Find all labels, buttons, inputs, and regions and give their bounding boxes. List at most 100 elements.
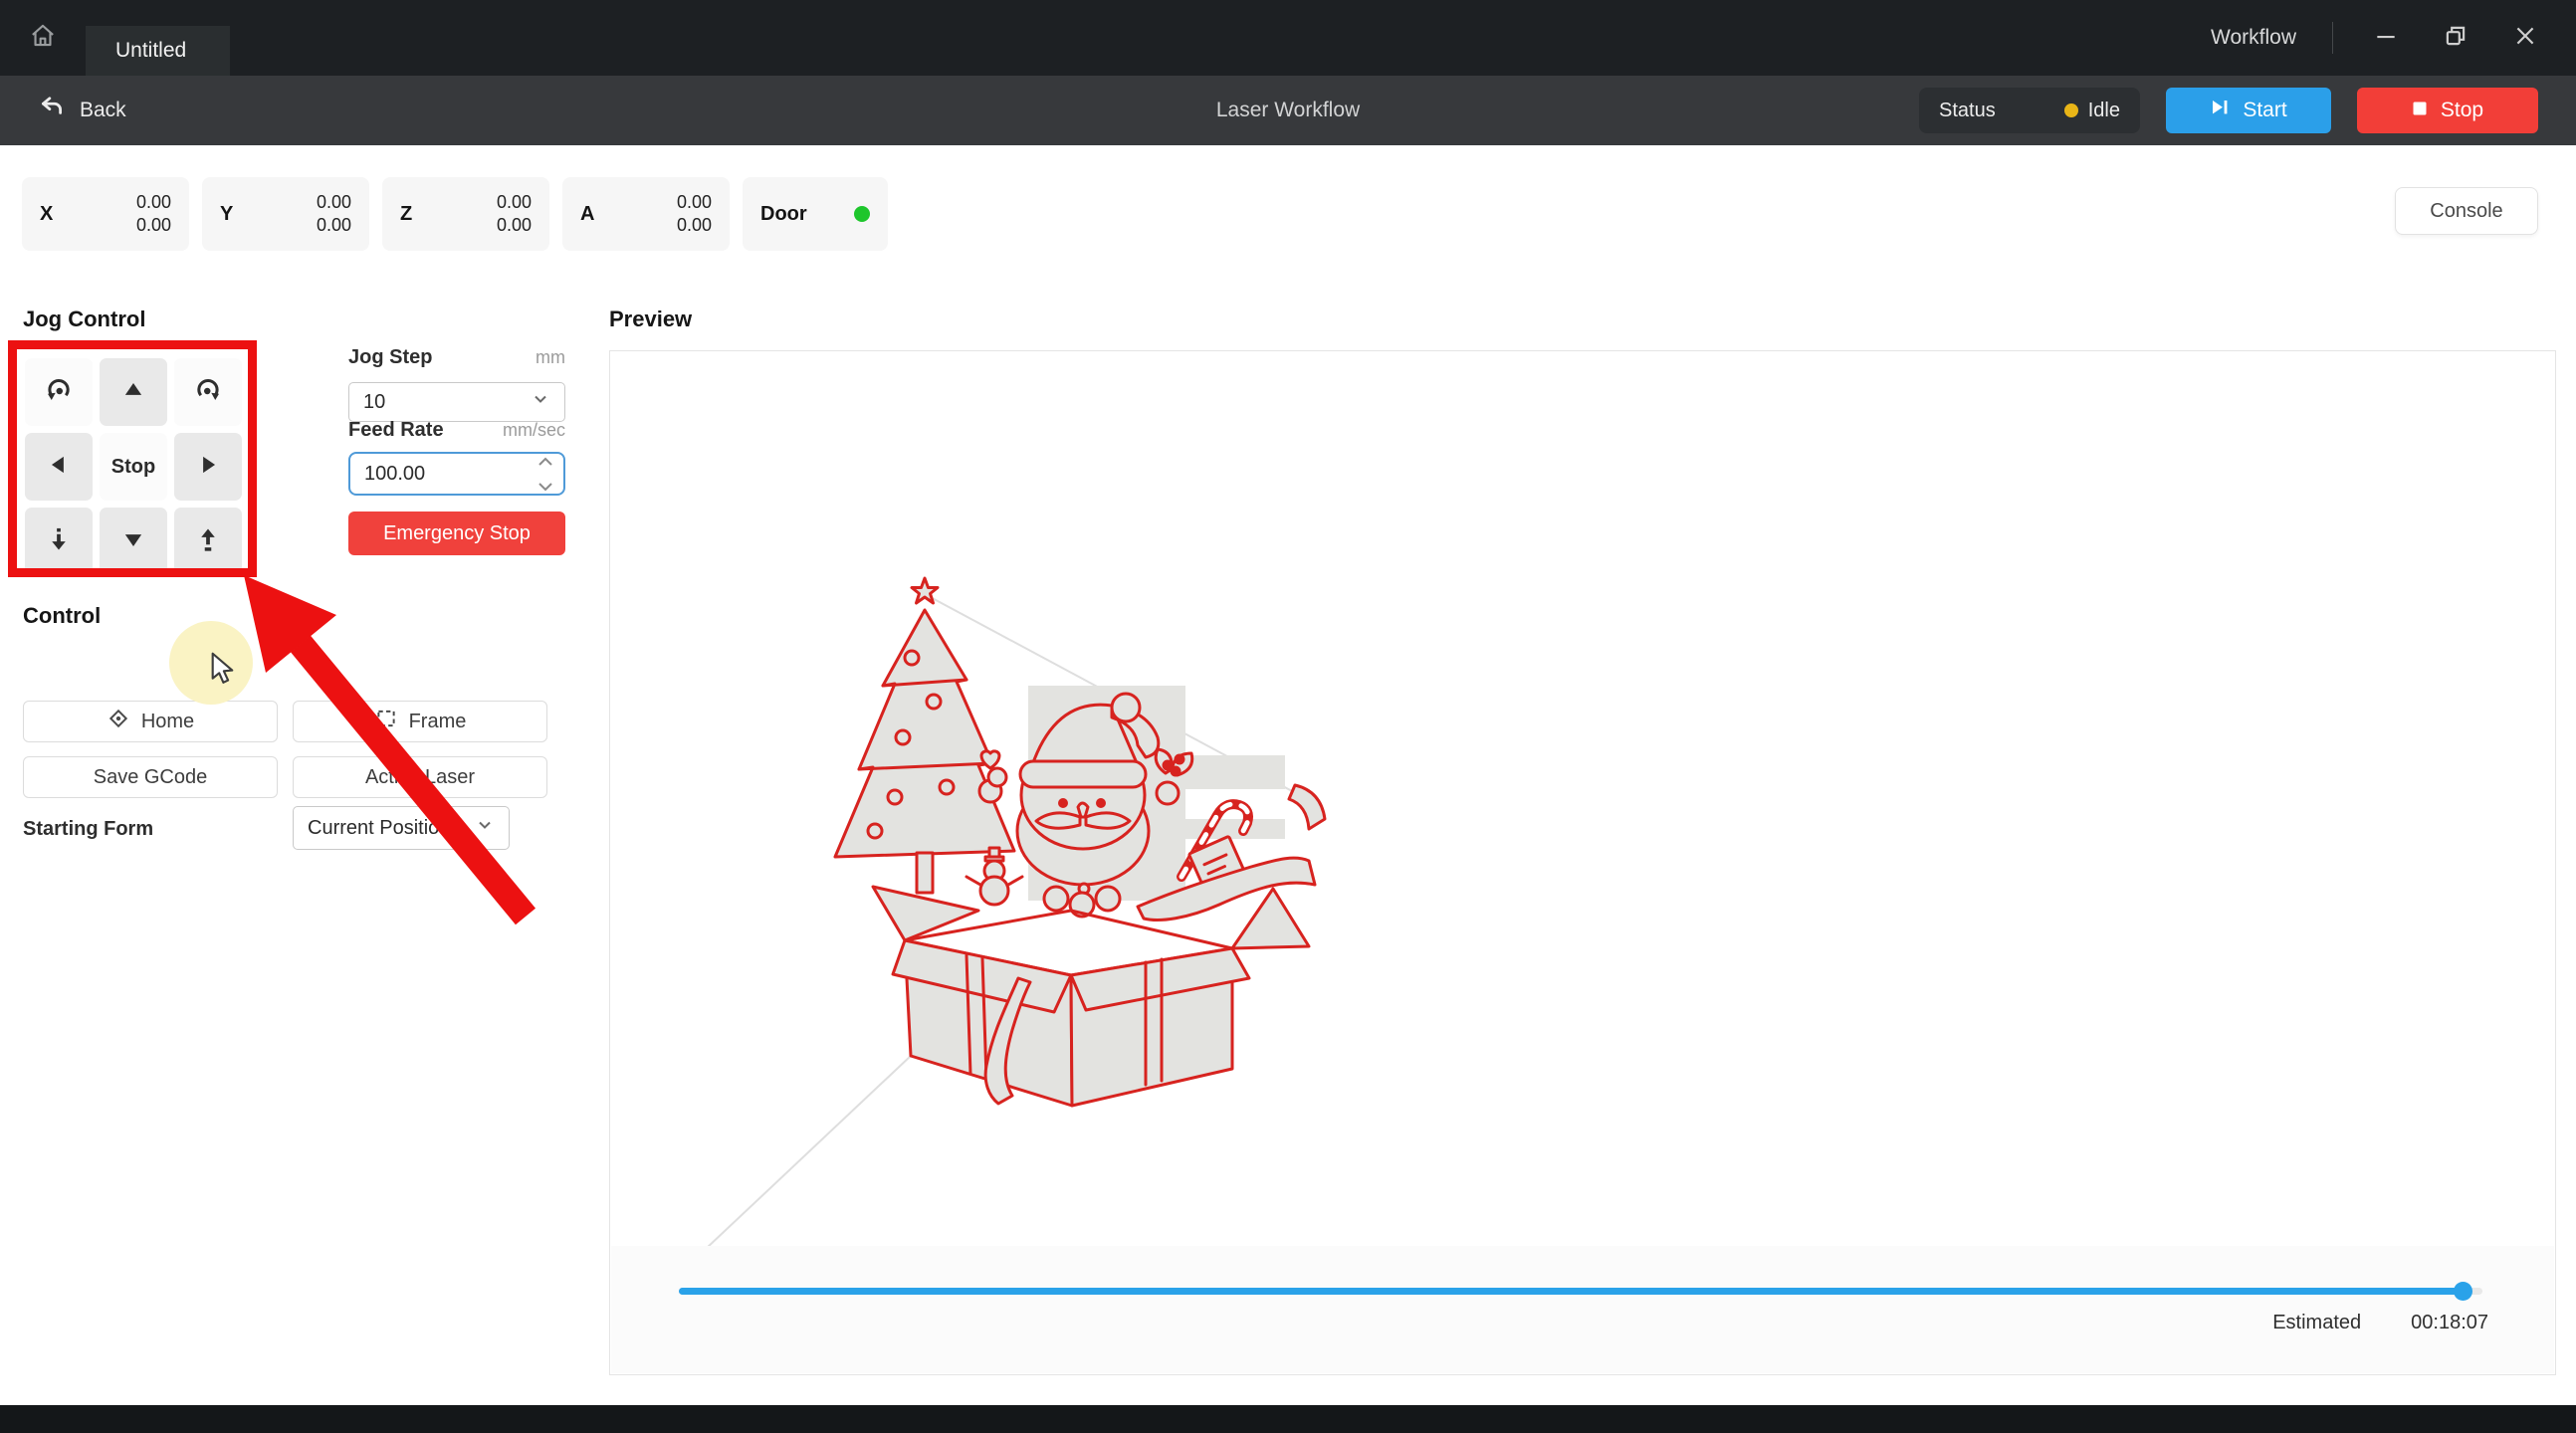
- axis-label: Y: [220, 203, 233, 226]
- start-button[interactable]: Start: [2166, 88, 2331, 133]
- emergency-stop-button[interactable]: Emergency Stop: [348, 512, 565, 555]
- frame-label: Frame: [409, 711, 467, 733]
- maximize-restore-icon: [2443, 23, 2469, 54]
- preview-heading: Preview: [609, 307, 692, 332]
- jog-pad: Stop: [25, 358, 242, 575]
- z-up-icon: [194, 525, 222, 558]
- jog-stop-label: Stop: [111, 456, 155, 479]
- axis-machine-value: 0.00: [136, 214, 171, 237]
- door-status-dot: [854, 206, 870, 222]
- axis-work-value: 0.00: [136, 191, 171, 214]
- door-status-card: Door: [743, 177, 888, 251]
- jog-z-down-button[interactable]: [25, 508, 93, 575]
- save-gcode-label: Save GCode: [94, 766, 208, 789]
- jog-y-plus-button[interactable]: [100, 358, 167, 426]
- progress-fill: [679, 1288, 2469, 1295]
- app-title: Workflow: [2211, 26, 2296, 50]
- back-icon: [38, 94, 66, 127]
- axis-machine-value: 0.00: [677, 214, 712, 237]
- status-label: Status: [1939, 100, 1996, 122]
- home-label: Home: [141, 711, 194, 733]
- progress-strip: Estimated 00:18:07: [611, 1246, 2554, 1373]
- axis-label: A: [580, 203, 594, 226]
- axis-card-z: Z 0.000.00: [382, 177, 549, 251]
- minimize-button[interactable]: [2369, 21, 2403, 55]
- stop-square-icon: [2412, 99, 2428, 122]
- spinner-down-icon[interactable]: [537, 475, 553, 498]
- feed-rate-input[interactable]: [364, 463, 504, 486]
- frame-button[interactable]: Frame: [293, 701, 547, 742]
- jog-stop-button[interactable]: Stop: [100, 433, 167, 501]
- jog-step-unit: mm: [536, 347, 565, 368]
- jog-y-minus-button[interactable]: [100, 508, 167, 575]
- rotate-ccw-icon: [44, 375, 74, 410]
- axis-work-value: 0.00: [317, 191, 351, 214]
- minimize-icon: [2373, 23, 2399, 54]
- door-label: Door: [760, 203, 807, 226]
- progress-track[interactable]: [679, 1288, 2482, 1295]
- annotation-cursor-halo: [169, 621, 253, 705]
- title-bar: Untitled Workflow: [0, 0, 2576, 76]
- axis-card-a: A 0.000.00: [562, 177, 730, 251]
- axis-label: Z: [400, 203, 412, 226]
- jog-step-value: 10: [363, 391, 385, 414]
- spinner-up-icon[interactable]: [537, 450, 553, 473]
- feed-rate-unit: mm/sec: [503, 420, 565, 441]
- save-gcode-button[interactable]: Save GCode: [23, 756, 278, 798]
- starting-form-select[interactable]: Current Position: [293, 806, 510, 850]
- jog-rotate-cw-button[interactable]: [174, 358, 242, 426]
- progress-handle[interactable]: [2454, 1282, 2472, 1301]
- maximize-button[interactable]: [2439, 21, 2472, 55]
- active-laser-label: Active Laser: [365, 766, 475, 789]
- console-label: Console: [2430, 200, 2502, 223]
- play-icon: [2210, 98, 2230, 123]
- page-title: Laser Workflow: [1216, 99, 1360, 122]
- jog-step-label: Jog Step: [348, 346, 432, 369]
- home-icon: [27, 20, 59, 57]
- arrow-right-icon: [195, 452, 221, 483]
- axis-machine-value: 0.00: [317, 214, 351, 237]
- close-button[interactable]: [2508, 21, 2542, 55]
- chevron-down-icon: [531, 389, 550, 415]
- close-icon: [2512, 23, 2538, 54]
- arrow-left-icon: [46, 452, 72, 483]
- status-value: Idle: [2088, 100, 2120, 122]
- starting-form-label: Starting Form: [23, 818, 153, 841]
- status-idle-dot: [2064, 103, 2078, 117]
- chevron-down-icon: [475, 815, 495, 841]
- feed-rate-label: Feed Rate: [348, 419, 444, 442]
- back-label: Back: [80, 99, 126, 122]
- console-button[interactable]: Console: [2395, 187, 2538, 235]
- home-target-icon: [107, 707, 130, 736]
- axis-machine-value: 0.00: [497, 214, 532, 237]
- starting-form-value: Current Position: [308, 817, 450, 840]
- coordinates-row: X 0.000.00 Y 0.000.00 Z 0.000.00 A 0.000…: [22, 177, 888, 251]
- arrow-down-icon: [120, 526, 146, 557]
- preview-panel[interactable]: Estimated 00:18:07: [609, 350, 2556, 1375]
- axis-work-value: 0.00: [497, 191, 532, 214]
- start-label: Start: [2243, 99, 2286, 122]
- jog-z-up-button[interactable]: [174, 508, 242, 575]
- active-laser-button[interactable]: Active Laser: [293, 756, 547, 798]
- rotate-cw-icon: [193, 375, 223, 410]
- stop-button[interactable]: Stop: [2357, 88, 2538, 133]
- mouse-cursor-icon: [202, 649, 240, 692]
- frame-icon: [374, 707, 398, 736]
- jog-x-minus-button[interactable]: [25, 433, 93, 501]
- axis-card-x: X 0.000.00: [22, 177, 189, 251]
- back-button[interactable]: Back: [38, 94, 126, 127]
- stop-label: Stop: [2441, 99, 2483, 122]
- arrow-up-icon: [120, 377, 146, 408]
- axis-label: X: [40, 203, 53, 226]
- jog-x-plus-button[interactable]: [174, 433, 242, 501]
- bottom-taskbar: [0, 1405, 2576, 1433]
- document-tab[interactable]: Untitled: [86, 26, 230, 76]
- jog-step-select[interactable]: 10: [348, 382, 565, 422]
- estimated-time: 00:18:07: [2411, 1312, 2488, 1334]
- estimated-label: Estimated: [2272, 1312, 2361, 1334]
- emergency-stop-label: Emergency Stop: [383, 522, 531, 545]
- status-panel: Status Idle: [1919, 88, 2140, 133]
- jog-rotate-ccw-button[interactable]: [25, 358, 93, 426]
- home-button[interactable]: [0, 0, 86, 76]
- home-button-control[interactable]: Home: [23, 701, 278, 742]
